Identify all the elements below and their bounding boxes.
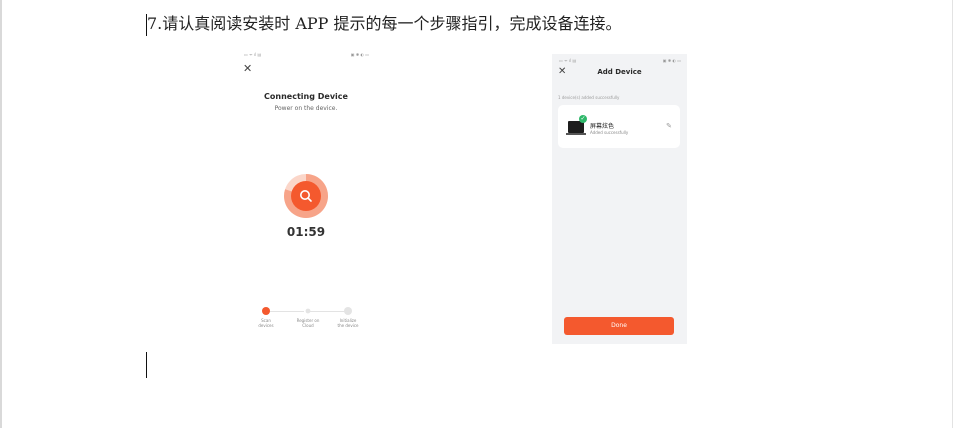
- text-cursor: [146, 352, 147, 378]
- step-register-label: Register on Cloud: [296, 318, 320, 328]
- add-device-title: Add Device: [597, 68, 642, 76]
- step-connector: [266, 311, 304, 312]
- close-icon: ✕: [243, 62, 253, 75]
- added-count-text: 1 device(s) added successfully: [558, 95, 620, 100]
- check-icon: ✓: [579, 115, 587, 123]
- pencil-icon: ✎: [666, 122, 672, 130]
- status-bar-right: ▣ ✱ ◐ ▭: [662, 58, 681, 63]
- step-register-dot: [305, 308, 311, 314]
- done-button: Done: [564, 317, 674, 335]
- status-bar-right: ▣ ✱ ◐ ▭: [350, 52, 369, 57]
- instruction-text: 7.请认真阅读安装时 APP 提示的每一个步骤指引，完成设备连接。: [147, 14, 622, 33]
- step-scan-dot: [262, 307, 270, 315]
- step-connector: [308, 311, 346, 312]
- step-initialize-label: Initialize the device: [337, 318, 359, 328]
- step-initialize-dot: [344, 307, 352, 315]
- connecting-subtitle: Power on the device.: [274, 105, 338, 112]
- device-status: Added successfully: [590, 130, 629, 135]
- connecting-device-screenshot: ▭ ᯤ ıl ▤ ▣ ✱ ◐ ▭ ✕ Connecting Device Pow…: [237, 48, 375, 340]
- document-left-border: [0, 0, 2, 428]
- scan-progress-ring: [284, 174, 328, 218]
- device-name: 屏幕炫色: [590, 123, 615, 130]
- add-device-screenshot: ▭ ᯤ ıl ▤ ▣ ✱ ◐ ▭ ✕ Add Device 1 device(s…: [552, 54, 687, 344]
- status-bar-left: ▭ ᯤ ıl ▤: [244, 52, 262, 57]
- countdown-timer: 01:59: [286, 225, 326, 239]
- status-bar-left: ▭ ᯤ ıl ▤: [559, 58, 577, 63]
- connecting-title: Connecting Device: [264, 92, 348, 101]
- step-scan-label: Scan devices: [258, 318, 274, 328]
- device-card: ✓ 屏幕炫色 Added successfully ✎: [558, 105, 680, 148]
